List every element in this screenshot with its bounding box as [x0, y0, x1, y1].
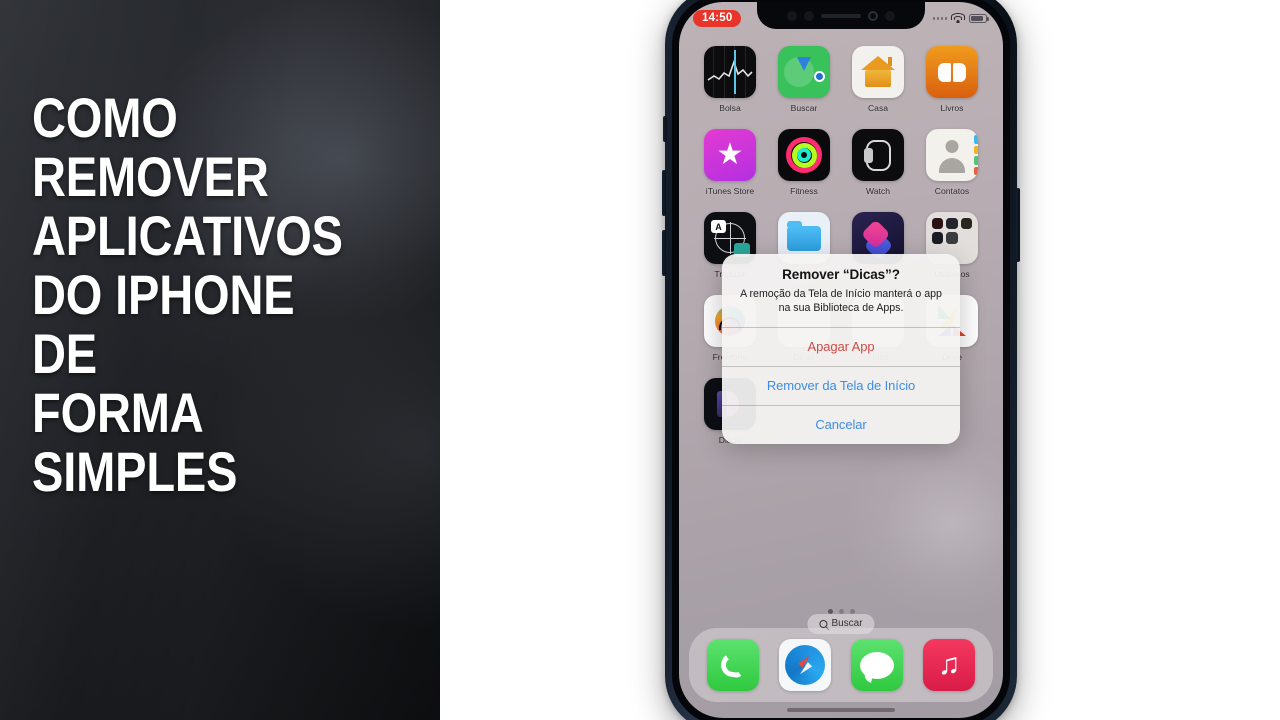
cancel-button[interactable]: Cancelar — [722, 405, 960, 444]
phone-area: 14:50 Bolsa Buscar Casa Livros ★ iTunes … — [440, 0, 1280, 720]
alert-title: Remover “Dicas”? — [782, 267, 900, 282]
alert-overlay: Remover “Dicas”? A remoção da Tela de In… — [679, 2, 1003, 718]
video-title: COMO REMOVER APLICATIVOS DO IPHONE DE FO… — [32, 86, 343, 504]
phone-screen: 14:50 Bolsa Buscar Casa Livros ★ iTunes … — [679, 2, 1003, 718]
volume-down-button[interactable] — [662, 230, 666, 276]
alert-message: A remoção da Tela de Início manterá o ap… — [740, 288, 942, 315]
remove-from-home-button[interactable]: Remover da Tela de Início — [722, 366, 960, 405]
delete-app-button[interactable]: Apagar App — [722, 327, 960, 366]
iphone-mockup: 14:50 Bolsa Buscar Casa Livros ★ iTunes … — [662, 0, 1020, 720]
title-panel: COMO REMOVER APLICATIVOS DO IPHONE DE FO… — [0, 0, 440, 720]
volume-up-button[interactable] — [662, 170, 666, 216]
remove-app-alert: Remover “Dicas”? A remoção da Tela de In… — [722, 254, 960, 445]
silent-switch[interactable] — [663, 116, 667, 142]
power-button[interactable] — [1016, 188, 1020, 262]
thumbnail-canvas: COMO REMOVER APLICATIVOS DO IPHONE DE FO… — [0, 0, 1280, 720]
alert-header: Remover “Dicas”? A remoção da Tela de In… — [722, 254, 960, 327]
